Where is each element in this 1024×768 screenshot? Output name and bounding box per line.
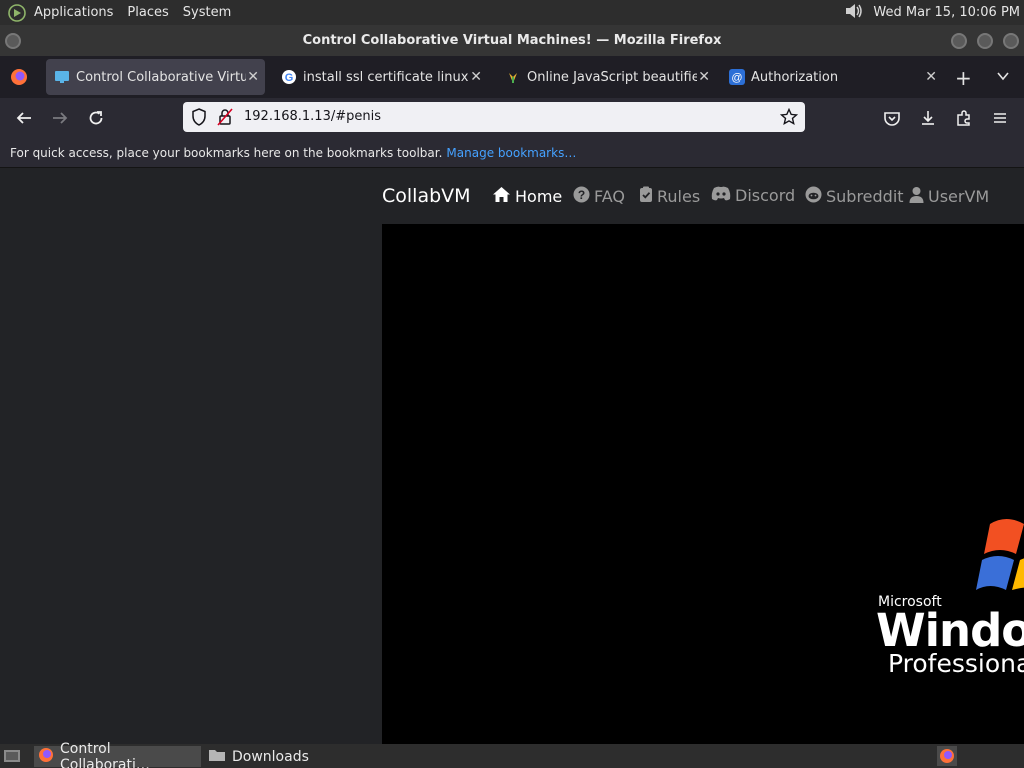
bookmarks-hint: For quick access, place your bookmarks h… — [10, 145, 443, 160]
tab-strip: Control Collaborative Virtual Machines! … — [0, 56, 1024, 98]
taskbar-item-firefox[interactable]: Control Collaborati… — [34, 741, 201, 768]
menu-places[interactable]: Places — [127, 5, 168, 20]
nav-label: Discord — [735, 186, 796, 205]
url-bar[interactable]: 192.168.1.13/#penis — [183, 102, 805, 132]
page-content: CollabVM Home ? FAQ Rules Discord Subred… — [0, 168, 1024, 744]
hamburger-menu-icon[interactable] — [988, 106, 1012, 130]
firefox-menu-icon[interactable] — [10, 68, 28, 90]
nav-faq[interactable]: ? FAQ — [573, 186, 625, 207]
nav-uservm[interactable]: UserVM — [909, 186, 989, 207]
nav-label: FAQ — [594, 187, 625, 206]
window-titlebar[interactable]: Control Collaborative Virtual Machines! … — [0, 25, 1024, 56]
firefox-tray-icon[interactable] — [937, 746, 957, 768]
google-icon: G — [281, 69, 297, 85]
bookmark-star-icon[interactable] — [779, 107, 799, 130]
windows-flag-logo — [976, 510, 1024, 610]
window-menu-icon[interactable] — [5, 33, 21, 49]
tab-label: Authorization — [751, 69, 839, 85]
tracking-shield-icon[interactable] — [191, 108, 207, 130]
extensions-icon[interactable] — [952, 106, 976, 130]
svg-text:G: G — [285, 72, 294, 84]
pocket-icon[interactable] — [880, 106, 904, 130]
close-tab-icon[interactable]: ✕ — [247, 69, 259, 85]
xp-edition-text: Professional — [888, 649, 1024, 678]
clipboard-check-icon — [639, 186, 653, 207]
downloads-icon[interactable] — [916, 106, 940, 130]
close-tab-icon[interactable]: ✕ — [925, 69, 937, 85]
forward-icon[interactable] — [48, 106, 72, 130]
monitor-icon — [54, 69, 70, 85]
show-desktop-icon[interactable] — [3, 748, 21, 768]
insecure-lock-icon[interactable] — [217, 108, 233, 130]
tab-label: Control Collaborative Virtual Machines! — [76, 69, 246, 85]
taskbar-label: Control Collaborati… — [60, 740, 150, 768]
vm-display[interactable]: Microsoft Windows Professional — [382, 224, 1024, 744]
tab-js-beautifier[interactable]: Online JavaScript beautifier ✕ — [497, 59, 716, 95]
window-title: Control Collaborative Virtual Machines! … — [302, 33, 722, 48]
top-panel: Applications Places System Wed Mar 15, 1… — [0, 0, 1024, 25]
list-tabs-icon[interactable] — [996, 68, 1010, 87]
taskbar-item-downloads[interactable]: Downloads — [204, 746, 344, 767]
home-icon — [492, 186, 511, 207]
at-sign-icon: @ — [729, 69, 745, 85]
discord-icon — [711, 186, 731, 205]
nav-rules[interactable]: Rules — [639, 186, 700, 207]
close-tab-icon[interactable]: ✕ — [470, 69, 482, 85]
nav-label: Rules — [657, 187, 701, 206]
screen: Applications Places System Wed Mar 15, 1… — [0, 0, 1024, 768]
gnome-logo-icon[interactable] — [6, 2, 28, 24]
svg-text:@: @ — [731, 72, 742, 84]
clock[interactable]: Wed Mar 15, 10:06 PM — [873, 5, 1020, 20]
reload-icon[interactable] — [84, 106, 108, 130]
nav-label: UserVM — [928, 187, 990, 206]
bottom-panel: Control Collaborati… Downloads — [0, 741, 1024, 768]
back-icon[interactable] — [12, 106, 36, 130]
nav-label: Subreddit — [826, 187, 904, 206]
menu-system[interactable]: System — [183, 5, 231, 20]
new-tab-icon[interactable]: + — [955, 66, 972, 90]
volume-icon[interactable] — [843, 2, 865, 24]
taskbar-label: Downloads — [232, 748, 309, 765]
close-window-icon[interactable] — [1003, 33, 1019, 49]
close-tab-icon[interactable]: ✕ — [698, 69, 710, 85]
bookmarks-toolbar: For quick access, place your bookmarks h… — [0, 138, 1024, 168]
reddit-icon — [805, 186, 822, 207]
tab-google-search[interactable]: G install ssl certificate linux - Google… — [273, 59, 488, 95]
nav-subreddit[interactable]: Subreddit — [805, 186, 904, 207]
firefox-icon — [38, 747, 54, 767]
nav-home[interactable]: Home — [492, 186, 562, 207]
tab-authorization[interactable]: @ Authorization ✕ — [721, 59, 943, 95]
nav-discord[interactable]: Discord — [711, 186, 795, 205]
nav-toolbar: 192.168.1.13/#penis — [0, 98, 1024, 138]
tab-label: Online JavaScript beautifier — [527, 69, 697, 85]
tab-label: install ssl certificate linux - Google S… — [303, 69, 471, 85]
minimize-icon[interactable] — [951, 33, 967, 49]
manage-bookmarks-link[interactable]: Manage bookmarks… — [446, 146, 576, 160]
tab-collabvm[interactable]: Control Collaborative Virtual Machines! … — [46, 59, 265, 95]
folder-icon — [208, 748, 226, 766]
question-circle-icon: ? — [573, 186, 590, 207]
user-icon — [909, 186, 924, 207]
menu-applications[interactable]: Applications — [34, 5, 113, 20]
url-text[interactable]: 192.168.1.13/#penis — [244, 109, 381, 124]
beautifier-icon — [505, 69, 521, 85]
maximize-icon[interactable] — [977, 33, 993, 49]
svg-text:?: ? — [578, 188, 585, 202]
site-brand[interactable]: CollabVM — [382, 185, 471, 207]
nav-label: Home — [515, 187, 563, 206]
